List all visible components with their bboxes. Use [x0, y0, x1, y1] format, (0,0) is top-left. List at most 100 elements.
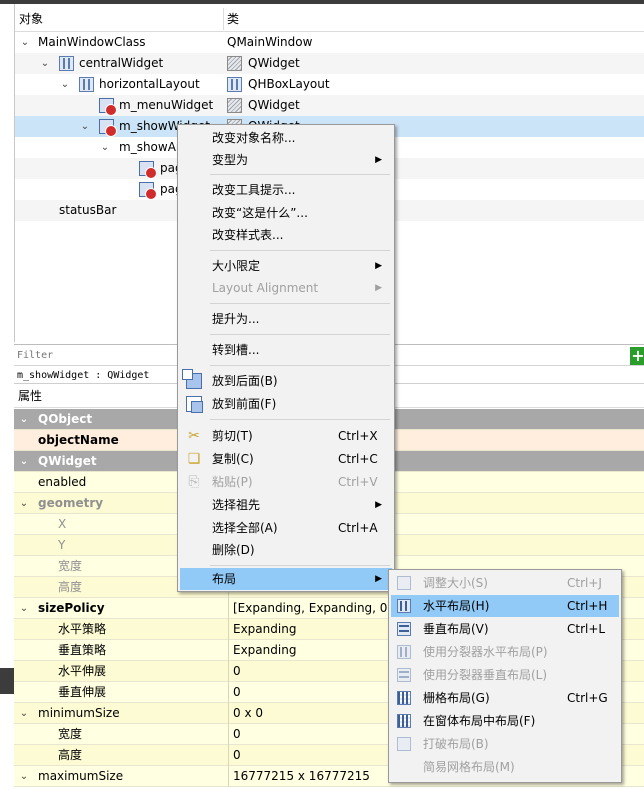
menu-item-layout-vertical[interactable]: 垂直布局(V) Ctrl+L	[391, 618, 619, 640]
menu-item-promote-to[interactable]: 提升为...	[180, 308, 392, 330]
chevron-down-icon[interactable]: ⌄	[18, 493, 30, 514]
menu-shortcut: Ctrl+L	[567, 622, 606, 636]
property-value: 16777215 x 16777215	[233, 769, 370, 783]
menu-item-go-to-slot[interactable]: 转到槽...	[180, 339, 392, 361]
chevron-down-icon[interactable]: ⌄	[59, 74, 71, 95]
column-header-class[interactable]: 类	[227, 8, 239, 30]
tree-class-name: QMainWindow	[227, 35, 313, 49]
chevron-down-icon[interactable]: ⌄	[18, 409, 30, 430]
property-name: objectName	[38, 433, 119, 447]
menu-item-paste[interactable]: ⎘ 粘贴(P) Ctrl+V	[180, 471, 392, 493]
menu-item-morph-into[interactable]: 变型为 ▶	[180, 149, 392, 171]
property-name: X	[58, 517, 67, 531]
tree-row-mainwindowclass[interactable]: ⌄ MainWindowClass QMainWindow	[15, 32, 644, 53]
tree-object-name: MainWindowClass	[38, 35, 146, 49]
menu-item-label: 改变对象名称...	[212, 131, 296, 145]
splitter-horizontal-icon	[397, 645, 411, 659]
form-layout-icon	[397, 714, 411, 728]
widget-error-icon	[99, 98, 117, 116]
menu-item-label: 调整大小(S)	[423, 576, 488, 590]
tree-row-m-menuwidget[interactable]: m_menuWidget QWidget	[15, 95, 644, 116]
menu-item-layout-form[interactable]: 在窗体布局中布局(F)	[391, 710, 619, 732]
property-name: 水平策略	[58, 622, 107, 636]
chevron-down-icon[interactable]: ⌄	[18, 451, 30, 472]
tree-row-horizontallayout[interactable]: ⌄ horizontalLayout QHBoxLayout	[15, 74, 644, 95]
paste-icon: ⎘	[188, 474, 200, 490]
property-name: sizePolicy	[38, 601, 105, 615]
chevron-down-icon[interactable]: ⌄	[18, 766, 30, 787]
menu-item-bring-to-front[interactable]: 放到前面(F)	[180, 393, 392, 415]
chevron-down-icon[interactable]: ⌄	[18, 598, 30, 619]
property-value: 0	[233, 727, 241, 741]
menu-item-select-ancestor[interactable]: 选择祖先 ▶	[180, 494, 392, 516]
tree-class-name: QHBoxLayout	[248, 77, 330, 91]
property-name: minimumSize	[38, 706, 120, 720]
menu-item-label: 放到后面(B)	[212, 374, 278, 388]
menu-item-select-all[interactable]: 选择全部(A) Ctrl+A	[180, 517, 392, 539]
menu-item-change-tooltip[interactable]: 改变工具提示...	[180, 179, 392, 201]
tree-object-name: m_menuWidget	[119, 98, 214, 112]
menu-item-layout-horizontal[interactable]: 水平布局(H) Ctrl+H	[391, 595, 619, 617]
menu-item-adjust-size[interactable]: 调整大小(S) Ctrl+J	[391, 572, 619, 594]
tree-object-name: horizontalLayout	[99, 77, 200, 91]
property-name: QObject	[38, 412, 93, 426]
menu-item-break-layout[interactable]: 打破布局(B)	[391, 733, 619, 755]
menu-item-layout[interactable]: 布局 ▶	[180, 568, 392, 590]
chevron-down-icon[interactable]: ⌄	[39, 53, 51, 74]
menu-item-copy[interactable]: ❏ 复制(C) Ctrl+C	[180, 448, 392, 470]
property-name: 高度	[58, 580, 83, 594]
menu-item-size-constraints[interactable]: 大小限定 ▶	[180, 255, 392, 277]
chevron-right-icon: ▶	[375, 283, 382, 293]
menu-item-delete[interactable]: 删除(D)	[180, 539, 392, 561]
menu-item-change-whatsthis[interactable]: 改变“这是什么”...	[180, 202, 392, 224]
layout-icon	[79, 77, 94, 92]
horizontal-layout-icon	[397, 599, 411, 613]
tree-class-name: QWidget	[248, 98, 300, 112]
menu-item-label: 改变工具提示...	[212, 183, 296, 197]
menu-item-label: 垂直布局(V)	[423, 622, 489, 636]
menu-item-rename[interactable]: 改变对象名称...	[180, 127, 392, 149]
layout-icon	[227, 77, 242, 92]
widget-error-icon	[99, 119, 117, 137]
send-to-back-icon	[182, 369, 202, 389]
property-name: geometry	[38, 496, 104, 510]
chevron-down-icon[interactable]: ⌄	[99, 137, 111, 158]
menu-item-send-to-back[interactable]: 放到后面(B)	[180, 369, 392, 392]
property-name: 宽度	[58, 727, 83, 741]
plus-icon[interactable]: +	[630, 347, 644, 365]
chevron-down-icon[interactable]: ⌄	[79, 116, 91, 137]
menu-shortcut: Ctrl+A	[338, 521, 378, 535]
property-value: 0	[233, 748, 241, 762]
chevron-down-icon[interactable]: ⌄	[19, 32, 31, 53]
property-name: Y	[58, 538, 66, 552]
chevron-right-icon: ▶	[375, 261, 382, 271]
menu-shortcut: Ctrl+X	[338, 429, 378, 443]
menu-shortcut: Ctrl+C	[338, 452, 378, 466]
menu-item-splitter-vertical[interactable]: 使用分裂器垂直布局(L)	[391, 664, 619, 686]
window-edge	[0, 668, 14, 694]
tree-object-name: centralWidget	[79, 56, 164, 70]
property-name: 垂直策略	[58, 643, 107, 657]
menu-item-cut[interactable]: ✂ 剪切(T) Ctrl+X	[180, 425, 392, 447]
menu-item-label: 栅格布局(G)	[423, 691, 490, 705]
widget-icon	[227, 56, 242, 71]
widget-icon	[227, 98, 242, 113]
menu-item-label: 删除(D)	[212, 543, 255, 557]
chevron-down-icon[interactable]: ⌄	[18, 703, 30, 724]
menu-item-change-stylesheet[interactable]: 改变样式表...	[180, 224, 392, 246]
menu-shortcut: Ctrl+V	[338, 475, 378, 489]
property-value: 0 x 0	[233, 706, 263, 720]
property-value: Expanding	[233, 643, 297, 657]
column-header-object[interactable]: 对象	[19, 8, 43, 30]
tree-row-centralwidget[interactable]: ⌄ centralWidget QWidget	[15, 53, 644, 74]
menu-item-label: 在窗体布局中布局(F)	[423, 714, 536, 728]
tree-object-name: m_showAr	[119, 140, 181, 154]
menu-item-simplify-grid[interactable]: 简易网格布局(M)	[391, 756, 619, 778]
property-value: [Expanding, Expanding, 0,	[233, 601, 392, 615]
menu-item-layout-alignment[interactable]: Layout Alignment ▶	[180, 277, 392, 299]
menu-item-label: 选择祖先	[212, 498, 261, 512]
menu-item-splitter-horizontal[interactable]: 使用分裂器水平布局(P)	[391, 641, 619, 663]
menu-item-layout-grid[interactable]: 栅格布局(G) Ctrl+G	[391, 687, 619, 709]
menu-item-label: 选择全部(A)	[212, 521, 278, 535]
widget-error-icon	[139, 182, 157, 200]
